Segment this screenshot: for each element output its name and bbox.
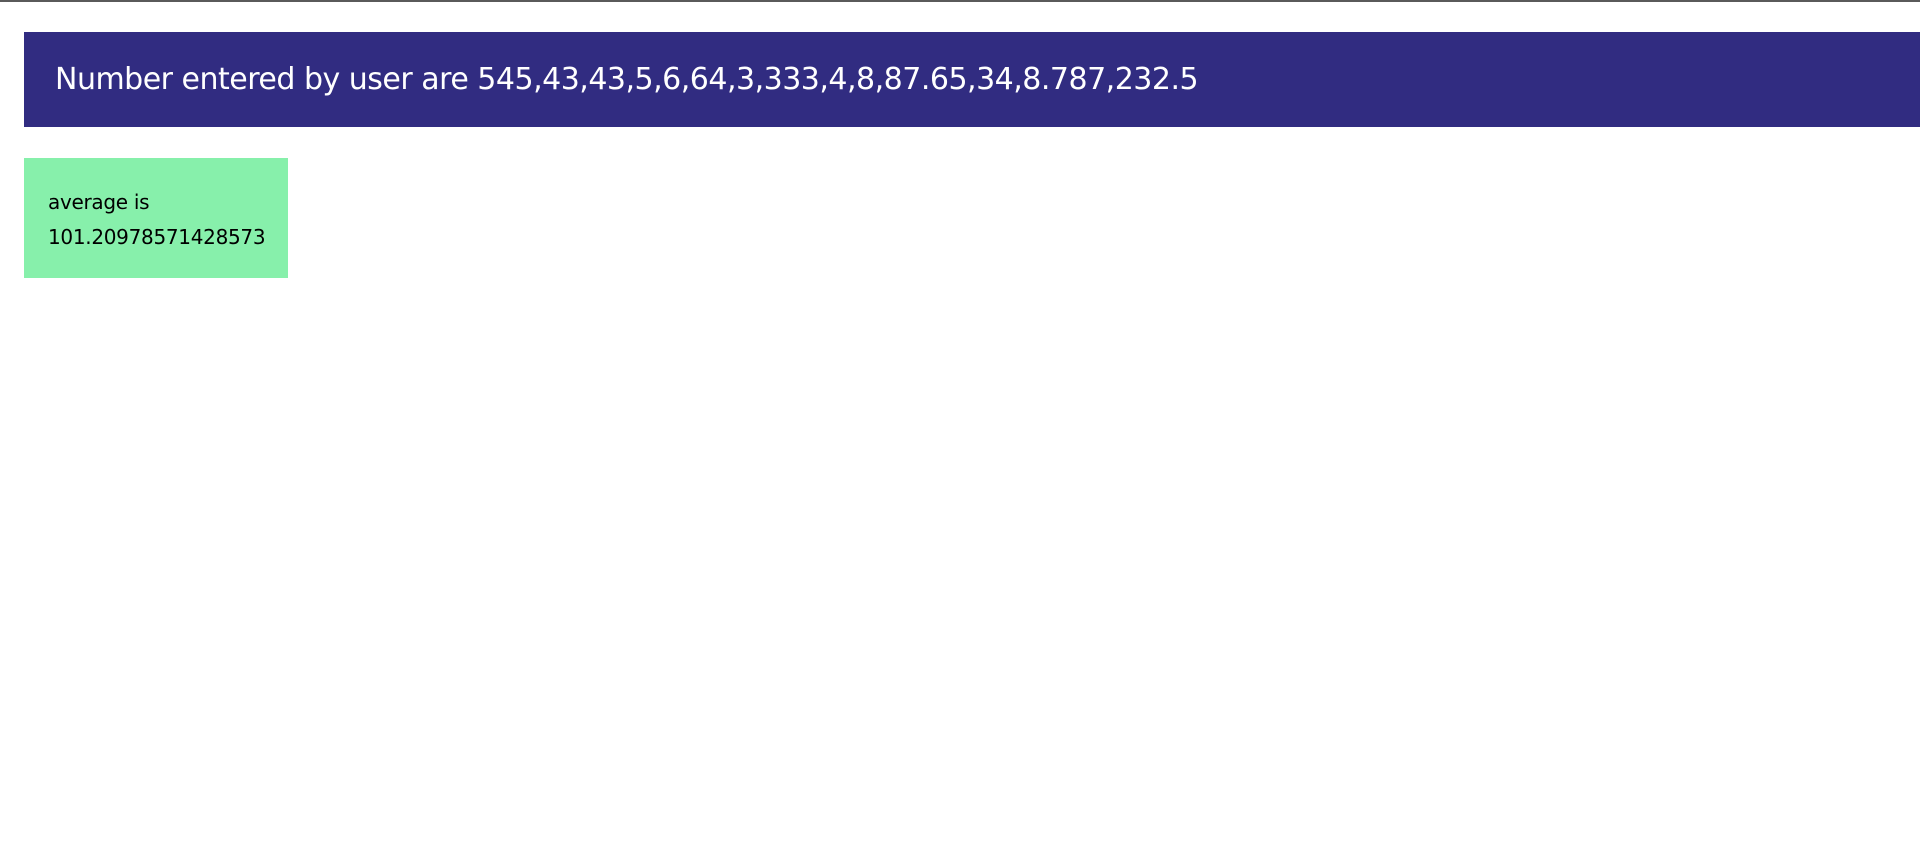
top-border [0, 0, 1920, 2]
numbers-heading: Number entered by user are 545,43,43,5,6… [55, 62, 1199, 97]
average-label: average is [48, 190, 150, 214]
average-value: 101.20978571428573 [48, 225, 266, 249]
header-banner: Number entered by user are 545,43,43,5,6… [24, 32, 1920, 127]
average-result-box: average is 101.20978571428573 [24, 158, 288, 278]
